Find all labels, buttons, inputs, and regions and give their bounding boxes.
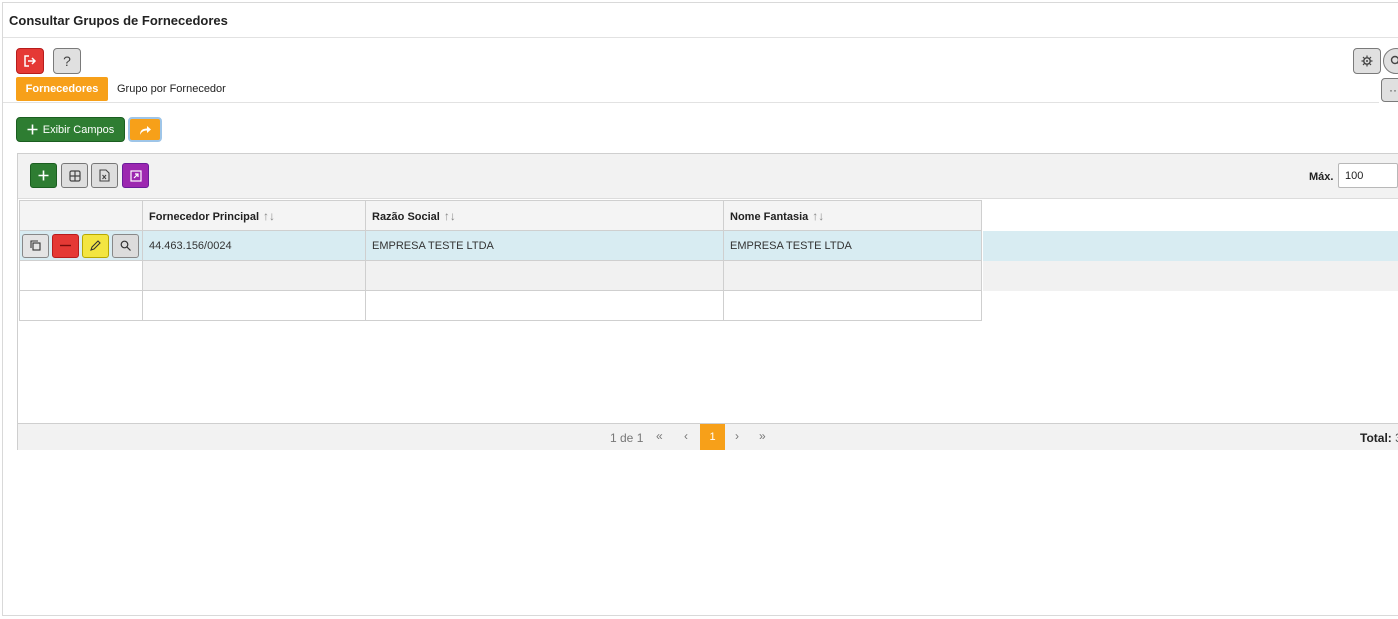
page-info: 1 de 1 [610,431,644,445]
cell-fornecedor-principal: 44.463.156/0024 [142,230,366,261]
selected-row-extension [983,231,1398,261]
cell-razao-social: EMPRESA TESTE LTDA [365,230,724,261]
copy-icon [30,240,41,251]
current-page-button[interactable]: 1 [700,424,725,450]
exit-button[interactable] [16,48,44,74]
plus-icon [27,124,38,135]
view-row-button[interactable] [112,233,139,258]
edit-row-button[interactable] [82,233,109,258]
column-header-fornecedor-principal[interactable]: Fornecedor Principal ↑↓ [142,200,366,231]
results-panel: Máx. Fornecedor Principal↑↓ Razão Soc [17,153,1398,450]
table-row-empty [19,290,982,321]
cell-nome-fantasia: EMPRESA TESTE LTDA [723,230,982,261]
share-icon [139,125,151,135]
pagination-bar: 1 de 1 « ‹ 1 › » Total: 3 [18,423,1398,450]
tab-grupo-por-fornecedor[interactable]: Grupo por Fornecedor [117,77,226,101]
show-fields-button[interactable]: Exibir Campos [16,117,125,142]
next-page-button[interactable]: › [735,429,739,443]
copy-row-button[interactable] [22,233,49,258]
max-rows-input[interactable] [1338,163,1398,188]
tab-fornecedores[interactable]: Fornecedores [16,77,108,101]
search-icon [1390,55,1398,65]
expand-button[interactable] [122,163,149,188]
page-title: Consultar Grupos de Fornecedores [9,13,228,28]
table-row-empty [19,260,982,291]
search-icon [120,240,131,251]
pencil-icon [90,240,101,251]
prev-page-button[interactable]: ‹ [684,429,688,443]
delete-row-button[interactable] [52,233,79,258]
title-bar: Consultar Grupos de Fornecedores [3,3,1398,38]
plus-icon [38,170,49,181]
gear-icon [1361,55,1373,67]
tab-bar: Fornecedores Grupo por Fornecedor [3,77,1379,103]
row-actions [19,230,143,261]
app-window: Consultar Grupos de Fornecedores ? ·· Fo… [2,2,1398,616]
top-search-button[interactable] [1383,48,1398,74]
max-label: Máx. [1309,171,1334,183]
actions-header [19,200,143,231]
help-icon: ? [63,53,71,69]
sort-icon[interactable]: ↑↓ [444,209,456,223]
results-table: Fornecedor Principal ↑↓ Razão Social ↑↓ No… [19,200,982,321]
add-record-button[interactable] [30,163,57,188]
alt-row-extension [983,261,1398,291]
expand-icon [129,169,142,182]
last-page-button[interactable]: » [759,429,766,443]
sort-icon[interactable]: ↑↓ [263,209,275,223]
first-page-button[interactable]: « [656,429,663,443]
total-count: Total: 3 [1360,431,1398,445]
minus-icon [60,244,71,247]
exit-icon [24,55,37,67]
table-header-row: Fornecedor Principal ↑↓ Razão Social ↑↓ No… [19,200,982,231]
settings-button[interactable] [1353,48,1381,74]
excel-icon [99,169,110,182]
table-row[interactable]: 44.463.156/0024 EMPRESA TESTE LTDA EMPRE… [19,230,982,261]
grid-toolbar: Máx. [18,154,1398,199]
column-header-razao-social[interactable]: Razão Social ↑↓ [365,200,724,231]
grid-layout-button[interactable] [61,163,88,188]
more-button[interactable]: ·· [1381,78,1398,102]
column-header-nome-fantasia[interactable]: Nome Fantasia ↑↓ [723,200,982,231]
grid-icon [68,169,81,182]
sort-icon[interactable]: ↑↓ [812,209,824,223]
show-fields-label: Exibir Campos [42,123,115,136]
export-excel-button[interactable] [91,163,118,188]
help-button[interactable]: ? [53,48,81,74]
share-button[interactable] [128,117,162,142]
more-icon: ·· [1389,83,1397,97]
